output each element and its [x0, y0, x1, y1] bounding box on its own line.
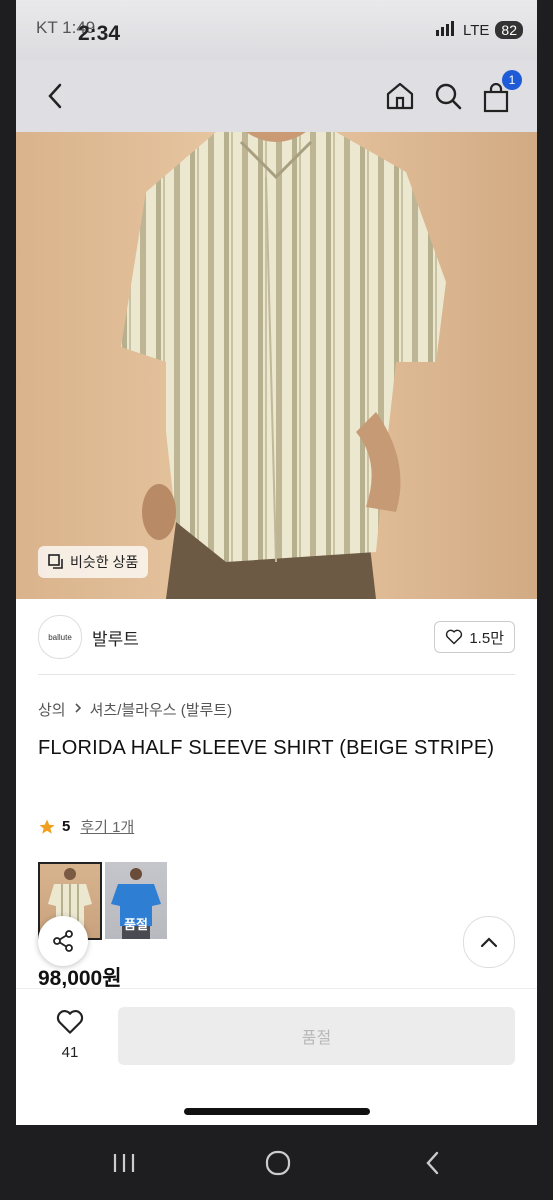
home-circle-icon: [265, 1150, 291, 1176]
chevron-up-icon: [480, 937, 498, 948]
similar-items-icon: [48, 554, 63, 569]
brand-name[interactable]: 발루트: [92, 625, 139, 650]
brand-like-button[interactable]: 1.5만: [434, 621, 515, 653]
brand-logo[interactable]: ballute: [38, 615, 82, 659]
brand-like-count: 1.5만: [469, 629, 504, 647]
purchase-bar: 41 품절: [16, 988, 537, 1125]
cart-button[interactable]: 1: [478, 70, 522, 116]
android-nav-bar: [0, 1125, 553, 1200]
back-button[interactable]: [38, 78, 74, 114]
breadcrumb-subcategory[interactable]: 셔츠/블라우스 (발루트): [90, 699, 233, 720]
similar-items-label: 비슷한 상품: [70, 554, 139, 570]
network-type: LTE: [463, 21, 490, 39]
chevron-right-icon: [74, 701, 82, 718]
home-nav-button[interactable]: [258, 1145, 298, 1181]
search-button[interactable]: [430, 78, 466, 114]
signal-icon: [435, 20, 457, 40]
heart-icon: [446, 629, 463, 645]
share-button[interactable]: [38, 916, 88, 966]
app-screen: KT 1:49 2:34 LTE 82 1 비슷한 상품 ballute 발루트…: [16, 0, 537, 1125]
clock: 2:34: [78, 22, 121, 45]
rating-score: 5: [62, 818, 71, 835]
product-title: FLORIDA HALF SLEEVE SHIRT (BEIGE STRIPE): [38, 737, 495, 759]
product-image[interactable]: 비슷한 상품: [16, 132, 537, 599]
battery-icon: 82: [495, 21, 523, 39]
brand-logo-text: ballute: [48, 632, 72, 642]
share-icon: [53, 930, 73, 952]
breadcrumb-category[interactable]: 상의: [38, 699, 66, 720]
search-icon: [435, 83, 462, 110]
breadcrumb: 상의 셔츠/블라우스 (발루트): [38, 699, 232, 720]
soldout-label: 품절: [124, 917, 148, 932]
home-button[interactable]: [382, 78, 418, 114]
divider: [38, 674, 515, 675]
review-link[interactable]: 후기 1개: [80, 816, 134, 837]
wishlist-count: 41: [61, 1044, 79, 1061]
heart-icon: [56, 1010, 84, 1034]
similar-items-button[interactable]: 비슷한 상품: [38, 546, 149, 578]
color-option-blue[interactable]: 품절: [105, 862, 167, 939]
star-icon: [39, 819, 55, 834]
chevron-left-icon: [48, 83, 62, 109]
status-icons: LTE 82: [435, 20, 523, 40]
back-nav-button[interactable]: [413, 1145, 453, 1181]
cart-count-badge: 1: [502, 70, 522, 90]
shirt-illustration: [121, 132, 446, 599]
buy-button[interactable]: 품절: [118, 1007, 515, 1065]
top-app-bar: 1: [16, 60, 537, 132]
recent-apps-button[interactable]: [104, 1145, 144, 1181]
recent-apps-icon: [113, 1154, 135, 1172]
wishlist-button[interactable]: 41: [52, 1009, 88, 1061]
home-icon: [386, 82, 414, 110]
back-arrow-icon: [426, 1151, 439, 1175]
scroll-top-button[interactable]: [463, 916, 515, 968]
brand-row: ballute 발루트 1.5만: [16, 609, 537, 665]
status-bar: KT 1:49 2:34 LTE 82: [16, 0, 537, 60]
home-indicator: [184, 1108, 370, 1115]
rating-summary: 5 후기 1개: [38, 816, 134, 837]
